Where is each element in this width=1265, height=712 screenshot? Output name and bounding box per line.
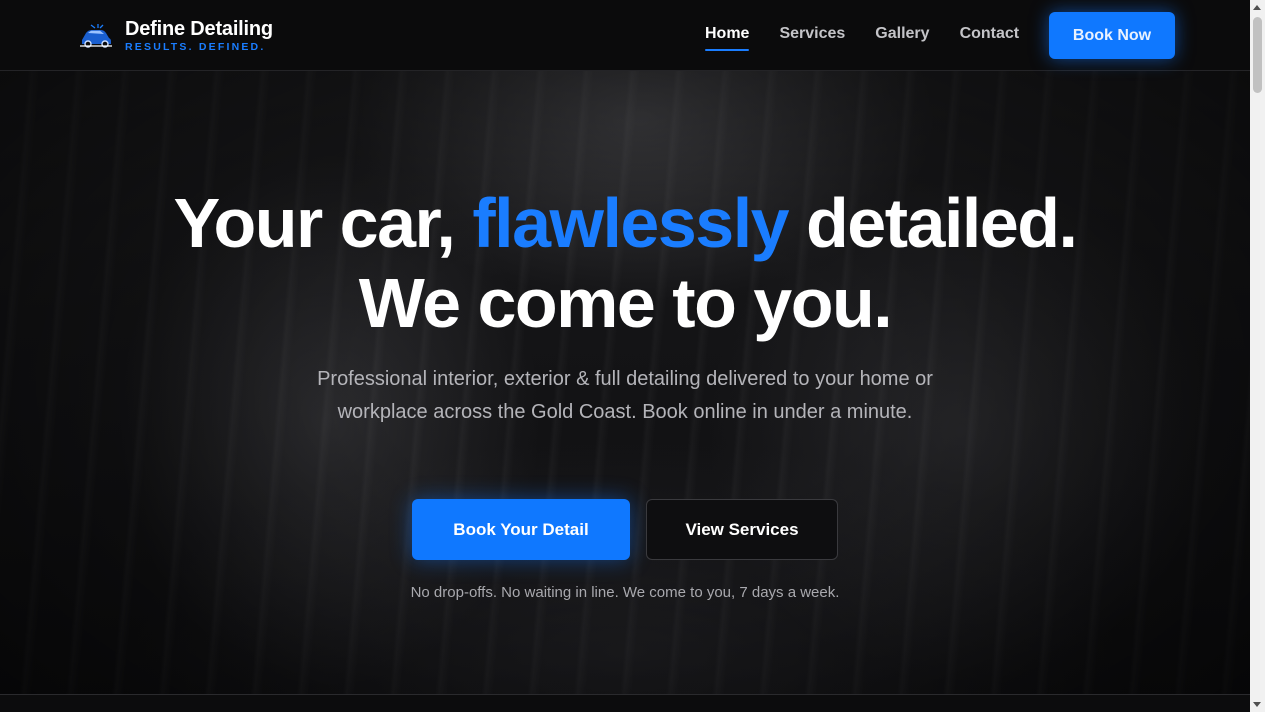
- headline-part1: Your car,: [173, 184, 473, 262]
- scrollbar-thumb[interactable]: [1253, 17, 1262, 93]
- page: Define Detailing RESULTS. DEFINED. Home …: [0, 0, 1265, 712]
- hero-cta-group: Book Your Detail View Services: [0, 499, 1250, 560]
- headline-line2: We come to you.: [358, 264, 893, 342]
- book-now-button[interactable]: Book Now: [1049, 12, 1175, 59]
- next-section-edge: [0, 694, 1250, 712]
- brand-tagline: RESULTS. DEFINED.: [125, 41, 266, 53]
- brand-text: Define Detailing RESULTS. DEFINED.: [125, 18, 273, 53]
- book-your-detail-button[interactable]: Book Your Detail: [412, 499, 630, 560]
- brand-home-link[interactable]: Define Detailing RESULTS. DEFINED.: [79, 18, 273, 53]
- nav-link-gallery[interactable]: Gallery: [875, 25, 929, 49]
- view-services-button[interactable]: View Services: [646, 499, 838, 560]
- nav-link-services[interactable]: Services: [779, 25, 845, 49]
- car-logo-icon: [80, 23, 112, 48]
- page-scrollbar[interactable]: [1250, 0, 1265, 712]
- scroll-down-arrow-icon[interactable]: [1253, 702, 1261, 707]
- main-nav: Home Services Gallery Contact: [705, 25, 1049, 51]
- hero-note: No drop-offs. No waiting in line. We com…: [410, 584, 840, 601]
- navbar: Define Detailing RESULTS. DEFINED. Home …: [0, 0, 1250, 71]
- hero-section: Your car, flawlessly detailed. We come t…: [0, 71, 1250, 695]
- hero-subtext: Professional interior, exterior & full d…: [317, 368, 933, 423]
- nav-link-home[interactable]: Home: [705, 25, 750, 51]
- brand-name: Define Detailing: [125, 18, 273, 40]
- scroll-up-arrow-icon[interactable]: [1253, 5, 1261, 10]
- headline-part2: detailed.: [788, 184, 1078, 262]
- hero-headline: Your car, flawlessly detailed. We come t…: [0, 183, 1250, 343]
- nav-link-contact[interactable]: Contact: [960, 25, 1020, 49]
- headline-accent: flawlessly: [472, 184, 789, 262]
